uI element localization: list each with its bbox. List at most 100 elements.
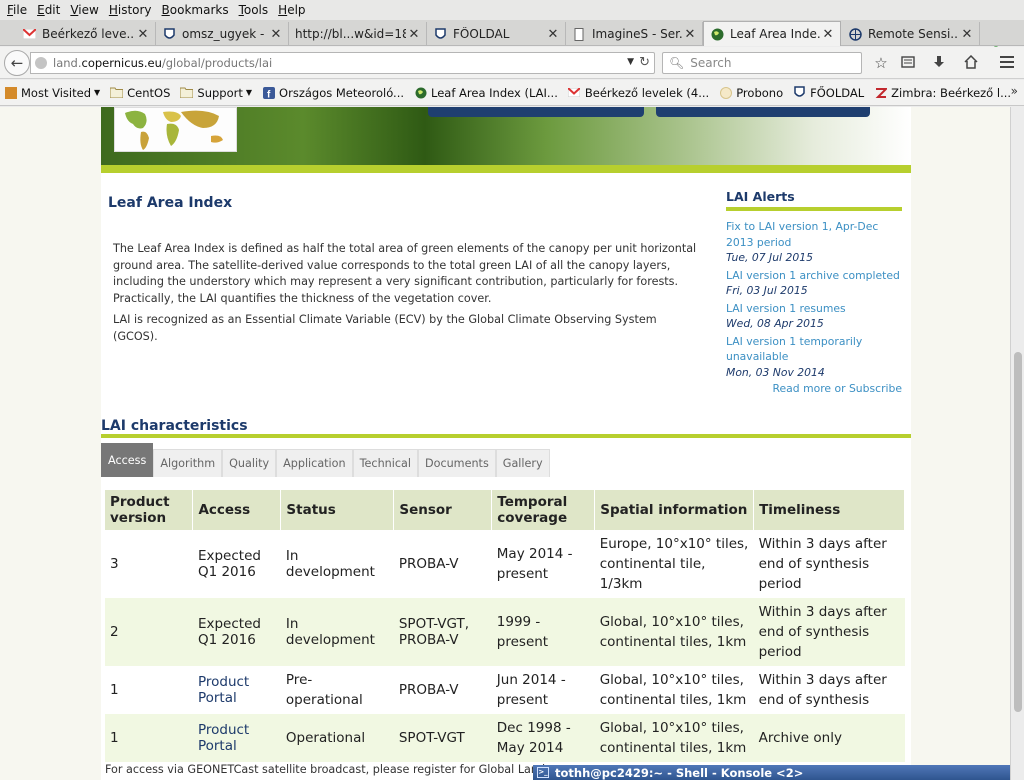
close-icon[interactable]: ✕ bbox=[135, 27, 151, 42]
bookmark-label: Support bbox=[197, 85, 243, 100]
cell-status: In development bbox=[280, 598, 394, 666]
lai-gcos-note: LAI is recognized as an Essential Climat… bbox=[113, 313, 657, 343]
tab-documents[interactable]: Documents bbox=[417, 449, 496, 477]
tab-omsz[interactable]: omsz_ugyek - ✕ bbox=[156, 22, 289, 46]
cell-temporal: Dec 1998 - May 2014 bbox=[491, 714, 595, 762]
tab-technical[interactable]: Technical bbox=[352, 449, 418, 477]
close-icon[interactable]: ✕ bbox=[406, 27, 422, 42]
cell-temporal: Jun 2014 - present bbox=[491, 666, 595, 714]
tab-http[interactable]: http://bl...w&id=189 ✕ bbox=[289, 22, 427, 46]
cell-spatial: Global, 10°x10° tiles, continental tiles… bbox=[594, 598, 754, 666]
cell-access: Expected Q1 2016 bbox=[192, 530, 281, 598]
product-portal-link[interactable]: Product Portal bbox=[192, 714, 281, 762]
menu-edit[interactable]: Edit bbox=[32, 3, 65, 17]
table-row: 3 Expected Q1 2016 In development PROBA-… bbox=[105, 530, 905, 598]
close-icon[interactable]: ✕ bbox=[545, 27, 561, 42]
shield-icon bbox=[162, 27, 176, 41]
cell-spatial: Global, 10°x10° tiles, continental tiles… bbox=[594, 666, 754, 714]
tab-application[interactable]: Application bbox=[276, 449, 353, 477]
bookmark-centos[interactable]: CentOS bbox=[110, 86, 170, 100]
url-dropdown-icon[interactable]: ▼ bbox=[627, 57, 634, 67]
access-table: Product version Access Status Sensor Tem… bbox=[105, 490, 905, 762]
tab-title: Remote Sensi... bbox=[868, 27, 959, 41]
globe-icon bbox=[848, 27, 862, 41]
scrollbar-thumb[interactable] bbox=[1014, 352, 1022, 712]
tab-remote-sensing[interactable]: Remote Sensi... ✕ bbox=[842, 22, 980, 46]
folder-icon bbox=[180, 86, 194, 99]
tab-title: http://bl...w&id=189 bbox=[295, 27, 406, 41]
alerts-heading: LAI Alerts bbox=[726, 189, 902, 211]
tab-leaf-area-index[interactable]: Leaf Area Inde... ✕ bbox=[703, 21, 841, 46]
reload-icon[interactable]: ↻ bbox=[639, 55, 650, 70]
vertical-scrollbar[interactable] bbox=[1010, 107, 1024, 780]
bookmark-zimbra[interactable]: Zimbra: Beérkező l... bbox=[874, 86, 1011, 100]
cell-timeliness: Within 3 days after end of synthesis per… bbox=[753, 598, 905, 666]
tab-algorithm[interactable]: Algorithm bbox=[153, 449, 223, 477]
konsole-taskbar-item[interactable]: >_ tothh@pc2429:~ - Shell - Konsole <2> bbox=[533, 765, 1010, 780]
header-spatial-information: Spatial information bbox=[594, 490, 755, 530]
alert-link[interactable]: LAI version 1 temporarily unavailable bbox=[726, 334, 902, 365]
menu-file[interactable]: File bbox=[2, 3, 32, 17]
menu-bar: File Edit View History Bookmarks Tools H… bbox=[0, 0, 1024, 20]
characteristics-tabs: Access Algorithm Quality Application Tec… bbox=[101, 443, 550, 477]
bookmark-leaf-area-index[interactable]: Leaf Area Index (LAI... bbox=[414, 86, 558, 100]
cell-version: 3 bbox=[105, 530, 193, 598]
close-icon[interactable]: ✕ bbox=[682, 27, 698, 42]
menu-view[interactable]: View bbox=[65, 3, 103, 17]
alert-link[interactable]: LAI version 1 resumes bbox=[726, 301, 902, 317]
cell-status: Operational bbox=[280, 714, 394, 762]
site-identity-icon[interactable] bbox=[35, 57, 47, 69]
tab-gmail[interactable]: Beérkező leve... ✕ bbox=[16, 22, 156, 46]
characteristics-heading: LAI characteristics bbox=[101, 418, 248, 434]
bookmark-probono[interactable]: Probono bbox=[719, 86, 783, 100]
header-access: Access bbox=[192, 490, 282, 530]
read-more-subscribe-link[interactable]: Read more or Subscribe bbox=[726, 382, 902, 395]
globe-icon bbox=[414, 86, 427, 99]
reading-list-icon[interactable] bbox=[899, 55, 917, 73]
menu-history[interactable]: History bbox=[104, 3, 157, 17]
download-icon[interactable] bbox=[930, 55, 948, 73]
close-icon[interactable]: ✕ bbox=[268, 27, 284, 42]
tab-access[interactable]: Access bbox=[101, 443, 154, 477]
lai-alerts-panel: LAI Alerts Fix to LAI version 1, Apr-Dec… bbox=[726, 189, 902, 395]
bookmark-most-visited[interactable]: Most Visited ▼ bbox=[4, 86, 100, 100]
home-icon[interactable] bbox=[962, 54, 980, 73]
page-icon bbox=[572, 27, 586, 41]
tab-title: omsz_ugyek - bbox=[182, 27, 265, 41]
bookmark-label: FŐOLDAL bbox=[810, 85, 865, 100]
tab-gallery[interactable]: Gallery bbox=[495, 449, 550, 477]
bookmark-fooldal[interactable]: FŐOLDAL bbox=[793, 86, 864, 100]
back-button[interactable]: ← bbox=[4, 50, 30, 76]
bookmark-gmail[interactable]: Beérkező levelek (4... bbox=[568, 86, 709, 100]
alert-date: Fri, 03 Jul 2015 bbox=[726, 284, 808, 297]
menu-tools[interactable]: Tools bbox=[234, 3, 274, 17]
alert-link[interactable]: Fix to LAI version 1, Apr-Dec 2013 perio… bbox=[726, 219, 902, 250]
close-icon[interactable]: ✕ bbox=[959, 27, 975, 42]
more-bookmarks-chevron-icon[interactable]: » bbox=[1011, 84, 1018, 98]
page-viewport: Leaf Area Index The Leaf Area Index is d… bbox=[0, 107, 1010, 780]
tab-quality[interactable]: Quality bbox=[222, 449, 277, 477]
facebook-icon: f bbox=[262, 86, 275, 99]
tab-imagines[interactable]: ImagineS - Ser... ✕ bbox=[566, 22, 703, 46]
bookmark-orszagos[interactable]: f Országos Meteoroló... bbox=[262, 86, 404, 100]
menu-help[interactable]: Help bbox=[273, 3, 310, 17]
chevron-down-icon: ▼ bbox=[94, 88, 101, 97]
cell-timeliness: Within 3 days after end of synthesis bbox=[753, 666, 905, 714]
lai-description: The Leaf Area Index is defined as half t… bbox=[113, 242, 697, 305]
header-product-version: Product version bbox=[105, 490, 194, 530]
tab-fooldal[interactable]: FŐOLDAL ✕ bbox=[427, 22, 566, 46]
hamburger-menu-icon[interactable] bbox=[998, 55, 1016, 73]
close-icon[interactable]: ✕ bbox=[820, 27, 836, 42]
menu-bookmarks[interactable]: Bookmarks bbox=[157, 3, 234, 17]
table-header-row: Product version Access Status Sensor Tem… bbox=[105, 490, 905, 530]
search-input[interactable]: 🔍︎ Search bbox=[662, 52, 862, 74]
url-bar[interactable]: land. copernicus.eu/global/products/lai ▼… bbox=[30, 52, 655, 74]
cell-status: In development bbox=[280, 530, 394, 598]
header-banner bbox=[101, 107, 911, 165]
bookmark-support[interactable]: Support ▼ bbox=[180, 86, 252, 100]
cell-temporal: 1999 - present bbox=[491, 598, 595, 666]
alert-link[interactable]: LAI version 1 archive completed bbox=[726, 268, 902, 284]
url-host: copernicus.eu bbox=[81, 56, 162, 70]
product-portal-link[interactable]: Product Portal bbox=[192, 666, 281, 714]
bookmark-star-icon[interactable]: ☆ bbox=[872, 55, 890, 73]
